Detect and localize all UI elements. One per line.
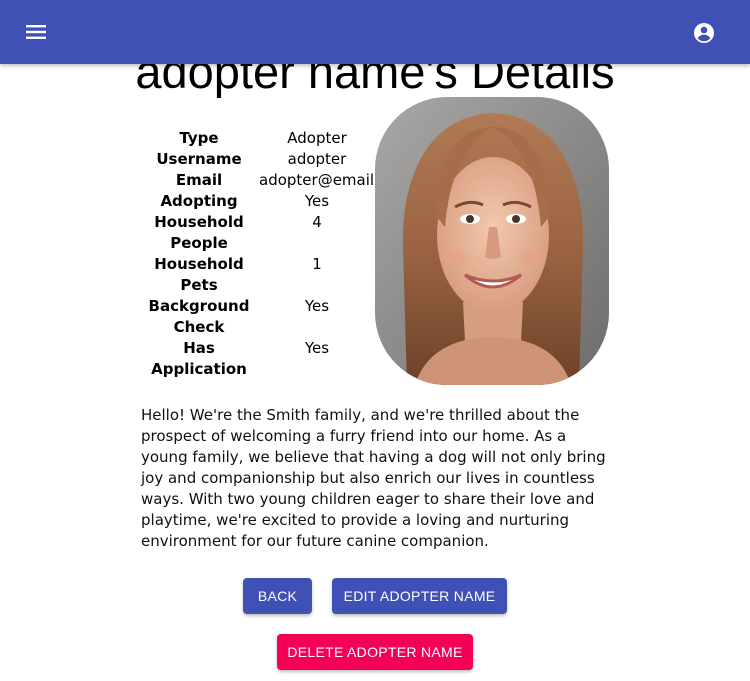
detail-value: Yes xyxy=(304,297,330,315)
detail-value: Adopter xyxy=(287,129,347,147)
detail-label: Household Pets xyxy=(154,255,244,294)
detail-value: 1 xyxy=(312,255,322,273)
detail-row-adopting: Adopting Yes xyxy=(139,191,375,212)
adopter-photo xyxy=(375,97,609,385)
detail-label: Type xyxy=(179,129,219,147)
detail-value: Yes xyxy=(304,192,330,210)
account-circle-icon[interactable] xyxy=(692,21,716,45)
detail-value: adopter@email.com xyxy=(259,171,375,189)
delete-adopter-button[interactable]: DELETE ADOPTER NAME xyxy=(277,634,473,670)
detail-value: adopter xyxy=(287,150,347,168)
detail-row-email: Email adopter@email.com xyxy=(139,170,375,191)
adopter-portrait-image xyxy=(375,97,609,385)
detail-value: Yes xyxy=(304,339,330,357)
detail-label: Has Application xyxy=(151,339,247,378)
edit-adopter-button[interactable]: EDIT ADOPTER NAME xyxy=(332,578,507,614)
menu-icon[interactable] xyxy=(22,20,50,44)
back-button[interactable]: BACK xyxy=(243,578,312,614)
detail-row-household-people: Household People 4 xyxy=(139,212,375,254)
detail-row-has-application: Has Application Yes xyxy=(139,338,375,380)
detail-label: Username xyxy=(156,150,242,168)
adopter-bio: Hello! We're the Smith family, and we're… xyxy=(141,406,606,550)
detail-row-background-check: Background Check Yes xyxy=(139,296,375,338)
detail-label: Email xyxy=(175,171,223,189)
detail-row-username: Username adopter xyxy=(139,149,375,170)
detail-label: Adopting xyxy=(160,192,238,210)
detail-label: Background Check xyxy=(148,297,250,336)
detail-row-household-pets: Household Pets 1 xyxy=(139,254,375,296)
detail-value: 4 xyxy=(312,213,322,231)
detail-label: Household People xyxy=(154,213,244,252)
adopter-details-table: Type Adopter Username adopter Email adop… xyxy=(139,128,375,380)
app-bar xyxy=(0,0,750,64)
detail-row-type: Type Adopter xyxy=(139,128,375,149)
